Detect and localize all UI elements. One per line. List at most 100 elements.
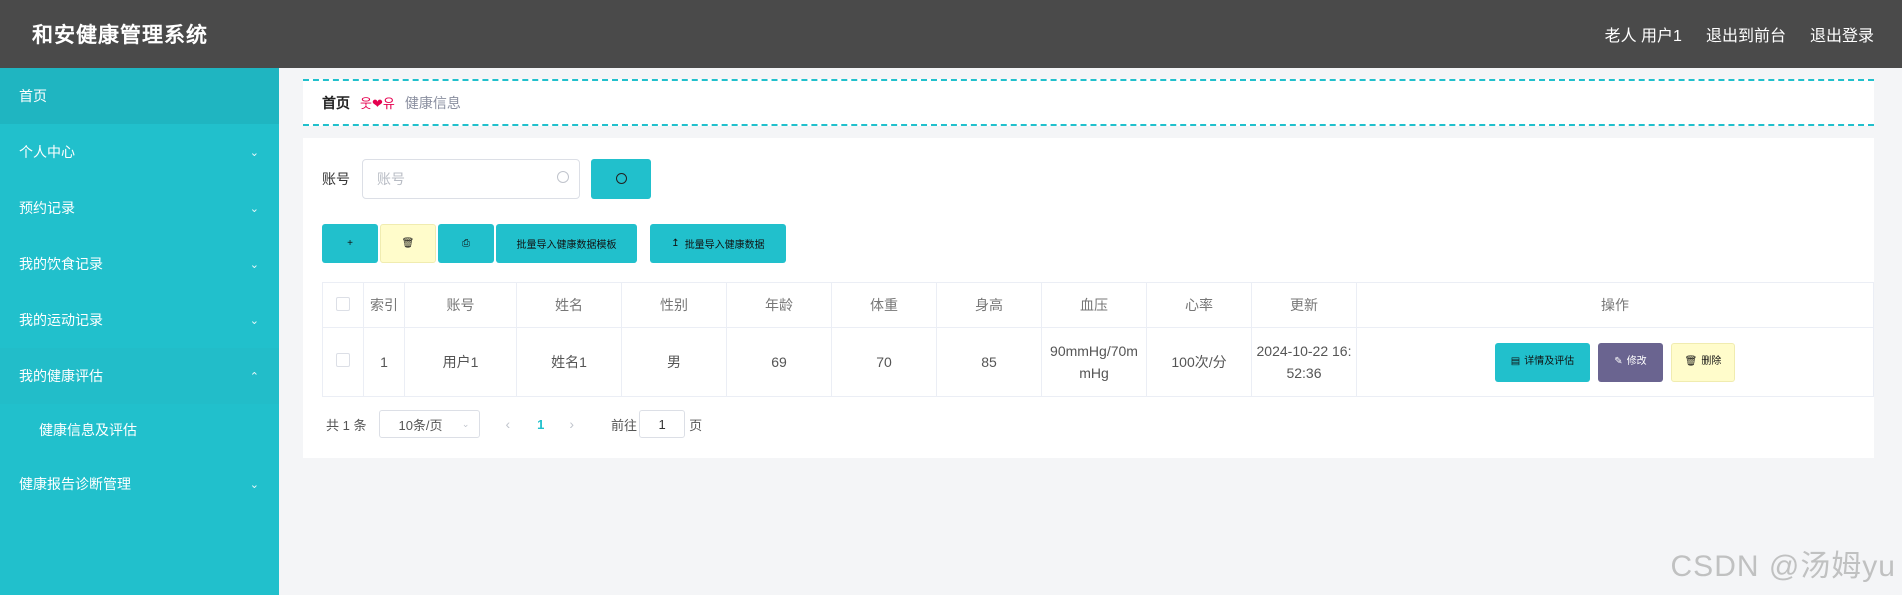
page-size-select[interactable]: 10条/页 ⌄	[379, 410, 481, 438]
back-to-frontend-link[interactable]: 退出到前台	[1706, 22, 1786, 46]
sidebar-item-label: 个人中心	[19, 144, 75, 160]
cell-height: 85	[936, 327, 1042, 397]
search-label: 账号	[322, 171, 350, 187]
main-content: 首页 웃❤유 健康信息 账号 + 🗑 ⎙ 批量导入健	[279, 68, 1902, 595]
top-bar: 和安健康管理系统 老人 用户1 退出到前台 退出登录	[0, 0, 1902, 68]
column-header: 体重	[831, 282, 937, 328]
pagination-total: 共 1 条	[326, 417, 367, 433]
search-input[interactable]	[363, 160, 579, 198]
next-page-icon[interactable]: ›	[569, 416, 574, 432]
breadcrumb-current: 健康信息	[404, 94, 461, 111]
add-button[interactable]: +	[322, 224, 378, 263]
cell-index: 1	[363, 327, 405, 397]
sidebar-item-health-assessment[interactable]: 我的健康评估 ⌃	[0, 348, 279, 404]
blood-pressure-line: mHg	[1079, 365, 1109, 381]
print-button[interactable]: ⎙	[438, 224, 494, 263]
breadcrumb-separator: 웃❤유	[360, 96, 395, 111]
chevron-down-icon: ⌄	[249, 146, 259, 159]
page-suffix-label: 页	[689, 417, 703, 433]
batch-import-label: 批量导入健康数据	[684, 240, 765, 251]
cell-age: 69	[726, 327, 832, 397]
sidebar-subitem-health-info[interactable]: 健康信息及评估	[0, 404, 279, 456]
edit-icon: ✎	[1614, 356, 1623, 367]
batch-import-button[interactable]: ↥ 批量导入健康数据	[650, 224, 786, 263]
cell-updated: 2024-10-22 16: 52:36	[1251, 327, 1357, 397]
sidebar-item-home[interactable]: 首页	[0, 68, 279, 124]
breadcrumb-home[interactable]: 首页	[322, 93, 350, 113]
chevron-up-icon: ⌃	[249, 370, 259, 383]
import-template-label: 批量导入健康数据模板	[516, 240, 617, 251]
search-icon	[557, 171, 569, 183]
delete-button[interactable]: 🗑 删除	[1671, 342, 1735, 382]
chevron-down-icon: ⌄	[249, 202, 259, 215]
cell-blood-pressure: 90mmHg/70m mHg	[1041, 327, 1147, 397]
row-actions: ▤ 详情及评估 ✎ 修改 🗑 删除	[1357, 342, 1873, 382]
trash-icon: 🗑	[1684, 356, 1698, 367]
detail-button[interactable]: ▤ 详情及评估	[1495, 342, 1590, 382]
column-header: 血压	[1041, 282, 1147, 328]
row-checkbox[interactable]	[336, 353, 350, 367]
select-all-cell	[322, 282, 364, 328]
sidebar-item-personal-center[interactable]: 个人中心 ⌄	[0, 124, 279, 180]
sidebar-item-label: 预约记录	[19, 200, 75, 216]
import-template-button[interactable]: 批量导入健康数据模板	[496, 224, 637, 263]
column-header: 索引	[363, 282, 405, 328]
column-header: 身高	[936, 282, 1042, 328]
cell-heart-rate: 100次/分	[1146, 327, 1252, 397]
sidebar-item-diet[interactable]: 我的饮食记录 ⌄	[0, 236, 279, 292]
edit-button-label: 修改	[1626, 356, 1647, 367]
cell-weight: 70	[831, 327, 937, 397]
chevron-down-icon: ⌄	[249, 478, 259, 491]
sidebar-item-label: 我的运动记录	[19, 312, 103, 328]
sidebar-subitem-label: 健康信息及评估	[39, 422, 137, 438]
column-header: 操作	[1356, 282, 1874, 328]
pagination: 共 1 条 10条/页 ⌄ ‹ 1 › 前往 页	[326, 410, 702, 438]
search-field	[362, 159, 580, 199]
watermark: CSDN @汤姆yu	[1670, 550, 1896, 583]
delete-selected-button[interactable]: 🗑	[380, 224, 436, 263]
page-number[interactable]: 1	[537, 417, 544, 432]
updated-line: 52:36	[1286, 365, 1322, 381]
logout-link[interactable]: 退出登录	[1810, 22, 1874, 46]
search-button[interactable]	[591, 159, 651, 199]
cell-actions: ▤ 详情及评估 ✎ 修改 🗑 删除	[1356, 327, 1874, 397]
prev-page-icon[interactable]: ‹	[505, 416, 510, 432]
current-user-link[interactable]: 老人 用户1	[1605, 22, 1682, 46]
health-info-table: 索引 账号 姓名 性别 年龄 体重 身高 血压 心率 更新 操作 1 用户1 姓…	[322, 282, 1874, 397]
detail-button-label: 详情及评估	[1524, 356, 1575, 367]
plus-icon: +	[347, 238, 353, 249]
column-header: 更新	[1251, 282, 1357, 328]
goto-label: 前往	[611, 417, 638, 433]
column-header: 姓名	[516, 282, 622, 328]
trash-icon: 🗑	[401, 238, 415, 249]
updated-line: 2024-10-22 16:	[1256, 343, 1352, 359]
sidebar-item-health-reports[interactable]: 健康报告诊断管理 ⌄	[0, 456, 279, 512]
sidebar-item-label: 我的健康评估	[19, 368, 103, 384]
column-header: 心率	[1146, 282, 1252, 328]
cell-account: 用户1	[404, 327, 517, 397]
action-toolbar: + 🗑 ⎙ 批量导入健康数据模板 ↥ 批量导入健康数据	[322, 224, 786, 263]
column-header: 性别	[621, 282, 727, 328]
sidebar-item-label: 健康报告诊断管理	[19, 476, 131, 492]
column-header: 年龄	[726, 282, 832, 328]
app-title: 和安健康管理系统	[32, 24, 208, 47]
goto-page-input[interactable]	[639, 410, 686, 438]
page-size-value: 10条/页	[398, 417, 443, 433]
cell-gender: 男	[621, 327, 727, 397]
sidebar-item-appointments[interactable]: 预约记录 ⌄	[0, 180, 279, 236]
select-all-checkbox[interactable]	[336, 296, 350, 311]
search-row: 账号	[322, 159, 651, 199]
chevron-down-icon: ⌄	[461, 418, 470, 429]
chevron-down-icon: ⌄	[249, 258, 259, 271]
sidebar-item-exercise[interactable]: 我的运动记录 ⌄	[0, 292, 279, 348]
table-header-row: 索引 账号 姓名 性别 年龄 体重 身高 血压 心率 更新 操作	[322, 282, 1874, 328]
cell-name: 姓名1	[516, 327, 622, 397]
document-icon: ▤	[1510, 356, 1521, 367]
content-panel: 账号 + 🗑 ⎙ 批量导入健康数据模板 ↥	[303, 138, 1874, 458]
column-header: 账号	[404, 282, 517, 328]
blood-pressure-line: 90mmHg/70m	[1050, 343, 1138, 359]
sidebar-item-label: 我的饮食记录	[19, 256, 103, 272]
edit-button[interactable]: ✎ 修改	[1598, 342, 1663, 382]
chevron-down-icon: ⌄	[249, 314, 259, 327]
breadcrumb: 首页 웃❤유 健康信息	[303, 79, 1874, 126]
